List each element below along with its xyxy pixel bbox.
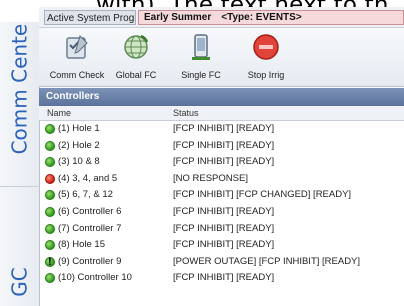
comm-check-button[interactable]: Comm Check — [46, 32, 108, 86]
controller-name: (4) 3, 4, and 5 — [58, 172, 118, 184]
controller-status: [FCP INHIBIT] [FCP CHANGED] [READY] — [173, 189, 352, 201]
table-row[interactable]: (3) 10 & 8 [FCP INHIBIT] [READY] — [39, 154, 404, 171]
left-tab-bar: Comm Center GC — [0, 0, 40, 306]
status-indicator-icon — [45, 240, 55, 251]
program-type: <Type: EVENTS> — [221, 12, 302, 23]
tab-comm-center-label: Comm Center — [7, 15, 32, 155]
controller-status: [POWER OUTAGE] [FCP INHIBIT] [READY] — [173, 255, 361, 267]
status-indicator-icon — [45, 173, 55, 184]
single-fc-button[interactable]: Single FC — [170, 32, 232, 86]
table-row[interactable]: (2) Hole 2 [FCP INHIBIT] [READY] — [39, 138, 404, 155]
tab-gc-label: GC — [7, 267, 32, 297]
column-name-header[interactable]: Name — [47, 106, 71, 120]
program-name: Early Summer — [144, 12, 212, 23]
warning-indicator-icon — [45, 254, 55, 270]
table-row[interactable]: (9) Controller 9 [POWER OUTAGE] [FCP INH… — [39, 254, 404, 270]
stop-icon — [253, 34, 279, 60]
status-indicator-icon — [45, 157, 55, 168]
controller-status: [FCP INHIBIT] [READY] — [173, 205, 275, 217]
status-indicator-icon — [45, 140, 55, 151]
tab-comm-center[interactable]: Comm Center — [2, 10, 37, 160]
controller-status: [NO RESPONSE] — [173, 172, 248, 184]
controllers-header: Controllers — [39, 88, 404, 106]
controller-name: (1) Hole 1 — [58, 123, 100, 134]
toolbar: Comm Check Global FC Single FC Stop Irri… — [39, 28, 404, 87]
controller-name: (7) Controller 7 — [58, 222, 122, 234]
controller-status: [FCP INHIBIT] [READY] — [173, 222, 275, 234]
table-row[interactable]: (7) Controller 7 [FCP INHIBIT] [READY] — [39, 221, 404, 238]
tab-separator — [0, 186, 38, 187]
comm-check-label: Comm Check — [49, 70, 105, 80]
table-row[interactable]: (8) Hole 15 [FCP INHIBIT] [READY] — [39, 237, 404, 254]
controller-name: (10) Controller 10 — [58, 272, 132, 284]
table-row[interactable]: (1) Hole 1 [FCP INHIBIT] [READY] — [39, 121, 404, 138]
single-fc-label: Single FC — [181, 70, 221, 80]
stop-irrig-button[interactable]: Stop Irrig — [235, 32, 297, 86]
controller-name: (3) 10 & 8 — [58, 156, 100, 168]
controller-status: [FCP INHIBIT] [READY] — [173, 139, 275, 151]
table-row[interactable]: (10) Controller 10 [FCP INHIBIT] [READY] — [39, 270, 404, 287]
global-fc-button[interactable]: Global FC — [105, 32, 167, 86]
tab-gc[interactable]: GC — [2, 262, 37, 302]
status-indicator-icon — [45, 223, 55, 234]
controller-name: (2) Hole 2 — [58, 139, 100, 151]
column-header: Name Status — [39, 106, 404, 121]
table-row[interactable]: (5) 6, 7, & 12 [FCP INHIBIT] [FCP CHANGE… — [39, 187, 404, 204]
status-indicator-icon — [45, 273, 55, 284]
status-indicator-icon — [45, 206, 55, 217]
controller-name: (6) Controller 6 — [58, 205, 122, 217]
controller-status: [FCP INHIBIT] [READY] — [173, 239, 275, 251]
device-icon — [192, 34, 210, 60]
controller-status: [FCP INHIBIT] [READY] — [173, 156, 275, 168]
table-row[interactable]: (6) Controller 6 [FCP INHIBIT] [READY] — [39, 204, 404, 221]
controller-name: (8) Hole 15 — [58, 239, 105, 251]
table-row[interactable]: (4) 3, 4, and 5 [NO RESPONSE] — [39, 171, 404, 188]
status-indicator-icon — [45, 124, 55, 134]
stop-irrig-label: Stop Irrig — [247, 70, 285, 80]
controller-status: [FCP INHIBIT] [READY] — [173, 123, 275, 134]
controller-name: (5) 6, 7, & 12 — [58, 189, 113, 201]
program-value-field: Early Summer <Type: EVENTS> — [138, 10, 404, 25]
column-status-header[interactable]: Status — [173, 106, 199, 120]
controller-name: (9) Controller 9 — [58, 255, 122, 267]
globe-icon — [124, 34, 149, 59]
controller-status: [FCP INHIBIT] [READY] — [173, 272, 275, 284]
status-indicator-icon — [45, 190, 55, 201]
global-fc-label: Global FC — [115, 70, 157, 80]
program-label: Active System Program — [44, 10, 136, 25]
checklist-icon — [66, 35, 88, 59]
controller-list: (1) Hole 1 [FCP INHIBIT] [READY] (2) Hol… — [39, 121, 404, 287]
